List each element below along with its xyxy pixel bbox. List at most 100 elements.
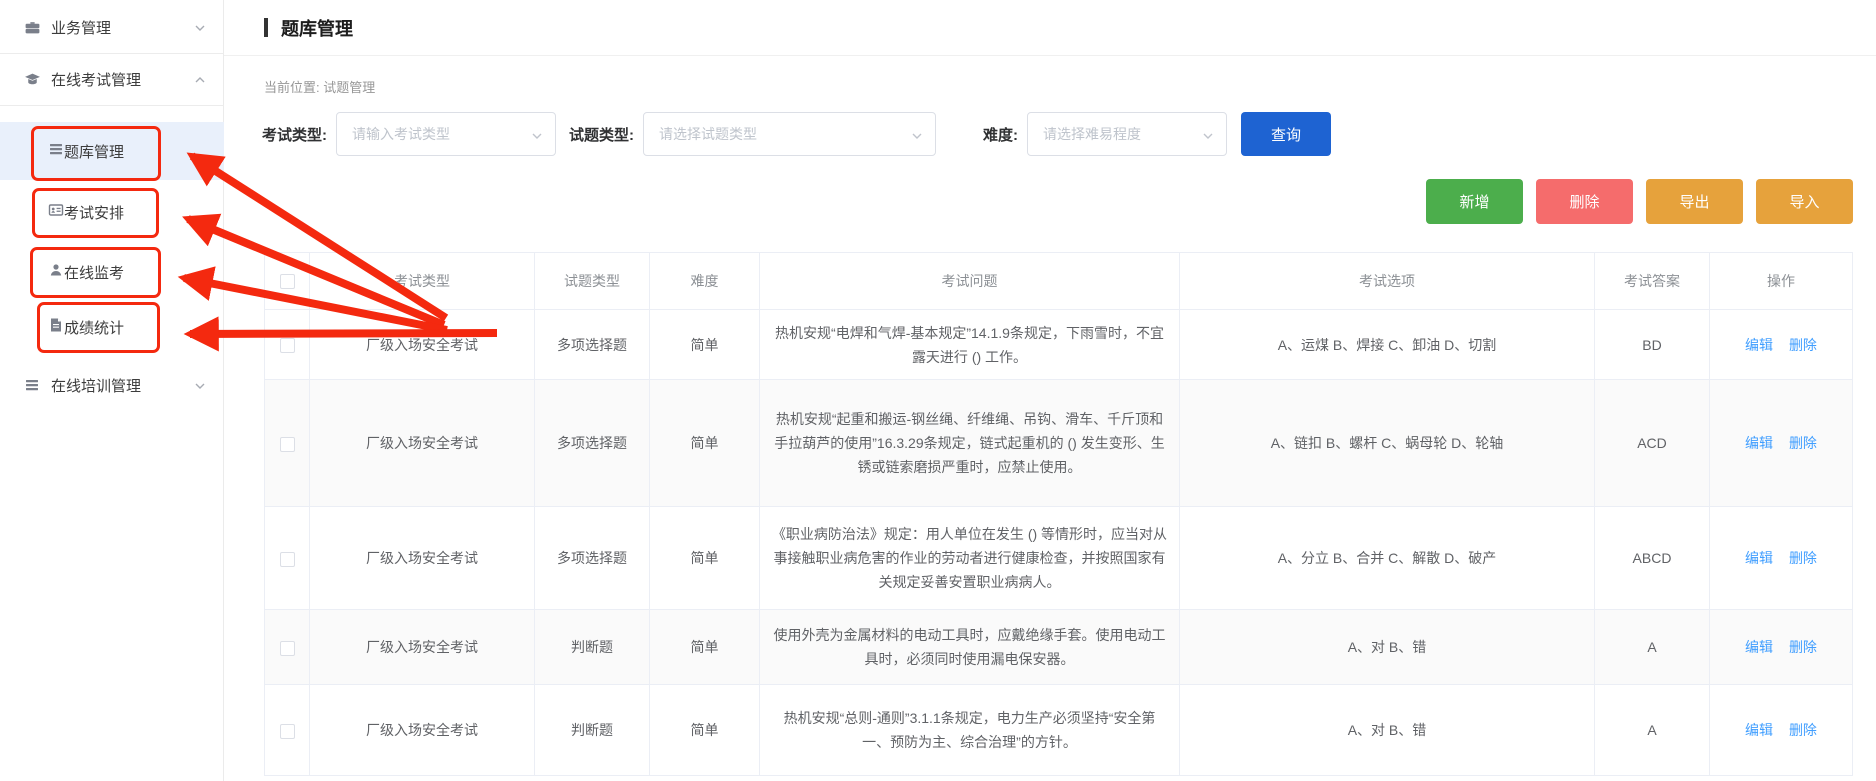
query-button[interactable]: 查询 [1241,112,1331,156]
sidebar-item-exam-schedule[interactable]: 考试安排 [0,193,224,231]
answer-cell: ACD [1595,380,1710,507]
actions-cell: 编辑 删除 [1710,610,1853,685]
question-type-cell: 判断题 [535,685,650,776]
column-header-question: 考试问题 [760,253,1180,310]
sidebar-divider [0,53,224,54]
document-icon [48,317,64,337]
difficulty-cell: 简单 [650,685,760,776]
answer-cell: BD [1595,310,1710,380]
question-cell: 使用外壳为金属材料的电动工具时，应戴绝缘手套。使用电动工具时，必须同时使用漏电保… [760,610,1180,685]
sidebar-item-online-exam-management[interactable]: 在线考试管理 [0,60,224,98]
difficulty-placeholder: 请选择难易程度 [1043,124,1141,144]
answer-cell: A [1595,685,1710,776]
delete-link[interactable]: 删除 [1789,550,1817,566]
row-checkbox[interactable] [280,437,295,452]
filter-bar: 考试类型: 请输入考试类型 试题类型: 请选择试题类型 难度: 请选择难易程度 [262,112,1876,156]
edit-link[interactable]: 编辑 [1745,337,1773,353]
column-header-question-type: 试题类型 [535,253,650,310]
table-row: 厂级入场安全考试 多项选择题 简单 热机安规“起重和搬运-钢丝绳、纤维绳、吊钩、… [265,380,1853,507]
options-cell: A、运煤 B、焊接 C、卸油 D、切割 [1180,310,1595,380]
exam-type-select[interactable]: 请输入考试类型 [336,112,556,156]
select-all-cell [265,253,310,310]
chevron-down-icon [194,379,206,391]
delete-link[interactable]: 删除 [1789,639,1817,655]
chevron-down-icon [911,129,923,141]
graduation-cap-icon [24,71,41,88]
exam-type-cell: 厂级入场安全考试 [310,310,535,380]
sidebar: 业务管理 在线考试管理 题库管理 考 [0,0,224,781]
sidebar-item-online-training-management[interactable]: 在线培训管理 [0,366,224,404]
exam-type-cell: 厂级入场安全考试 [310,507,535,610]
add-button[interactable]: 新增 [1426,179,1523,224]
list-icon [48,141,64,161]
sidebar-item-label: 成绩统计 [64,317,124,338]
exam-type-placeholder: 请输入考试类型 [352,124,450,144]
sidebar-item-question-bank[interactable]: 题库管理 [0,132,224,170]
main-content: 题库管理 当前位置: 试题管理 考试类型: 请输入考试类型 试题类型: 请选择试… [224,0,1876,781]
question-table: 考试类型 试题类型 难度 考试问题 考试选项 考试答案 操作 厂级入场安全考试 … [264,252,1853,776]
question-type-select[interactable]: 请选择试题类型 [643,112,936,156]
delete-link[interactable]: 删除 [1789,722,1817,738]
edit-link[interactable]: 编辑 [1745,435,1773,451]
toolbar: 新增 删除 导出 导入 [224,179,1853,224]
table-row: 厂级入场安全考试 判断题 简单 热机安规“总则-通则”3.1.1条规定，电力生产… [265,685,1853,776]
page-title: 题库管理 [281,15,353,41]
breadcrumb: 当前位置: 试题管理 [264,77,1876,96]
sidebar-item-business-management[interactable]: 业务管理 [0,8,224,46]
actions-cell: 编辑 删除 [1710,685,1853,776]
options-cell: A、分立 B、合并 C、解散 D、破产 [1180,507,1595,610]
id-card-icon [48,202,64,222]
edit-link[interactable]: 编辑 [1745,722,1773,738]
actions-cell: 编辑 删除 [1710,507,1853,610]
row-checkbox[interactable] [280,552,295,567]
row-checkbox[interactable] [280,724,295,739]
delete-link[interactable]: 删除 [1789,337,1817,353]
row-checkbox[interactable] [280,338,295,353]
difficulty-cell: 简单 [650,380,760,507]
answer-cell: A [1595,610,1710,685]
sidebar-item-label: 题库管理 [64,141,124,162]
app-window: 业务管理 在线考试管理 题库管理 考 [0,0,1876,781]
edit-link[interactable]: 编辑 [1745,550,1773,566]
exam-type-cell: 厂级入场安全考试 [310,610,535,685]
sidebar-item-label: 在线考试管理 [51,69,141,90]
options-cell: A、链扣 B、螺杆 C、蜗母轮 D、轮轴 [1180,380,1595,507]
chevron-down-icon [194,21,206,33]
briefcase-icon [24,19,41,36]
difficulty-select[interactable]: 请选择难易程度 [1027,112,1227,156]
question-type-placeholder: 请选择试题类型 [659,124,757,144]
column-header-actions: 操作 [1710,253,1853,310]
export-button[interactable]: 导出 [1646,179,1743,224]
table-row: 厂级入场安全考试 多项选择题 简单 《职业病防治法》规定：用人单位在发生 () … [265,507,1853,610]
sidebar-item-label: 业务管理 [51,17,111,38]
difficulty-label: 难度: [983,124,1018,145]
question-cell: 热机安规“总则-通则”3.1.1条规定，电力生产必须坚持“安全第一、预防为主、综… [760,685,1180,776]
chevron-down-icon [1202,129,1214,141]
column-header-difficulty: 难度 [650,253,760,310]
actions-cell: 编辑 删除 [1710,310,1853,380]
chevron-down-icon [531,129,543,141]
sidebar-item-score-statistics[interactable]: 成绩统计 [0,308,224,346]
answer-cell: ABCD [1595,507,1710,610]
column-header-options: 考试选项 [1180,253,1595,310]
question-type-cell: 判断题 [535,610,650,685]
delete-button[interactable]: 删除 [1536,179,1633,224]
column-header-exam-type: 考试类型 [310,253,535,310]
list-icon [24,377,41,394]
difficulty-cell: 简单 [650,310,760,380]
sidebar-item-label: 考试安排 [64,202,124,223]
select-all-checkbox[interactable] [280,274,295,289]
sidebar-item-label: 在线监考 [64,262,124,283]
delete-link[interactable]: 删除 [1789,435,1817,451]
table-header-row: 考试类型 试题类型 难度 考试问题 考试选项 考试答案 操作 [265,253,1853,310]
chevron-up-icon [194,73,206,85]
import-button[interactable]: 导入 [1756,179,1853,224]
table-row: 厂级入场安全考试 判断题 简单 使用外壳为金属材料的电动工具时，应戴绝缘手套。使… [265,610,1853,685]
sidebar-item-label: 在线培训管理 [51,375,141,396]
user-icon [48,262,64,282]
row-checkbox[interactable] [280,641,295,656]
difficulty-cell: 简单 [650,507,760,610]
edit-link[interactable]: 编辑 [1745,639,1773,655]
page-header: 题库管理 [224,0,1876,56]
sidebar-item-online-proctor[interactable]: 在线监考 [0,253,224,291]
